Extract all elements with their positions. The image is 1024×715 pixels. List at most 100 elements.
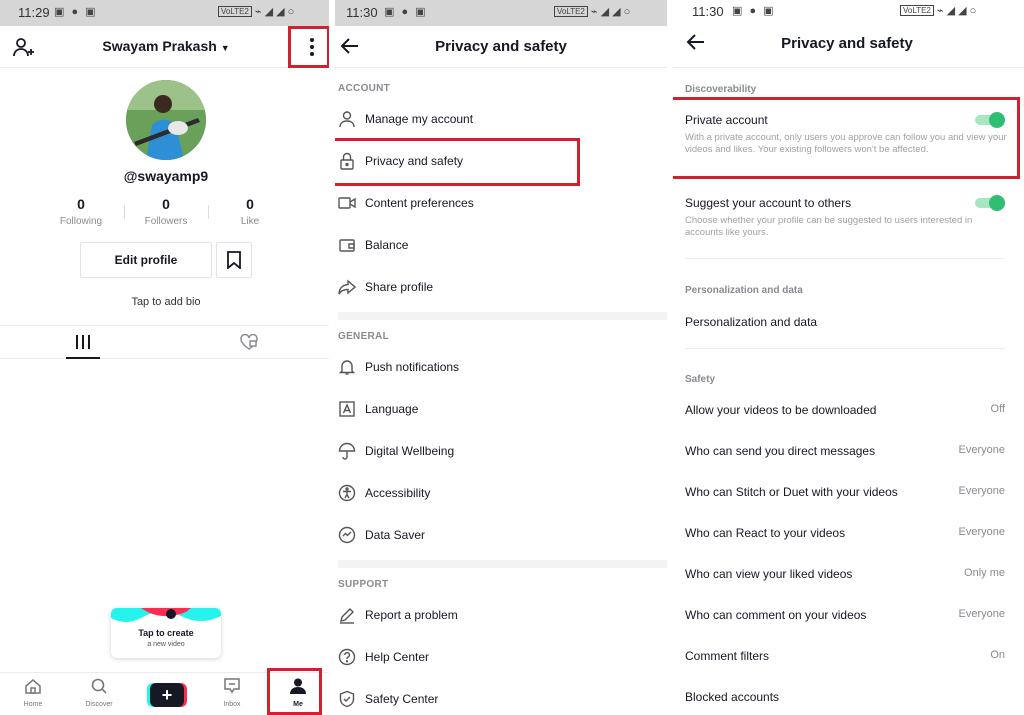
divider [208, 205, 209, 219]
inbox-icon [223, 678, 241, 698]
edit-profile-button[interactable]: Edit profile [80, 242, 212, 278]
signal-icons: VoLTE2 ⌁ ◢ ◢ ○ [900, 4, 976, 17]
shield-icon [338, 690, 356, 708]
stat-label: Following [59, 216, 103, 227]
menu-item-label: Share profile [365, 280, 434, 294]
person-icon [338, 110, 356, 128]
section-header-safety: Safety [685, 374, 716, 385]
setting-direct-messages[interactable]: Who can send you direct messages [685, 444, 875, 458]
menu-item-push-notifications[interactable]: Push notifications [338, 353, 670, 383]
menu-item-help-center[interactable]: Help Center [338, 643, 670, 673]
privacy-settings-screen: 11:30 ▣ ● ▣ VoLTE2 ⌁ ◢ ◢ ○ Privacy and s… [670, 0, 1024, 715]
setting-value: Off [990, 403, 1005, 415]
nav-label: Inbox [223, 701, 241, 708]
toggle-knob [989, 195, 1005, 211]
language-icon [338, 400, 356, 418]
menu-item-label: Report a problem [365, 608, 458, 622]
section-divider [338, 312, 670, 320]
menu-item-label: Digital Wellbeing [365, 444, 455, 458]
menu-item-label: Help Center [365, 650, 430, 664]
setting-value: Only me [964, 567, 1005, 579]
stat-value: 0 [77, 196, 85, 212]
create-button[interactable]: + [150, 683, 184, 707]
menu-item-digital-wellbeing[interactable]: Digital Wellbeing [338, 437, 670, 467]
nav-home[interactable]: Home [3, 678, 63, 708]
suggest-account-toggle[interactable] [975, 195, 1005, 211]
profile-handle: @swayamp9 [123, 168, 209, 184]
profile-tabs [0, 325, 332, 359]
setting-react[interactable]: Who can React to your videos [685, 526, 845, 540]
section-divider [338, 560, 670, 568]
help-icon [338, 648, 356, 666]
menu-item-accessibility[interactable]: Accessibility [338, 479, 670, 509]
setting-value: Everyone [958, 526, 1005, 538]
page-title: Privacy and safety [435, 38, 567, 55]
avatar[interactable] [126, 80, 206, 160]
notification-icons: ▣ ● ▣ [54, 6, 98, 18]
add-bio-link[interactable]: Tap to add bio [0, 296, 332, 308]
setting-allow-download[interactable]: Allow your videos to be downloaded [685, 403, 876, 417]
menu-item-safety-center[interactable]: Safety Center [338, 685, 670, 715]
stat-likes[interactable]: 0 Like [215, 196, 285, 227]
section-header-account: ACCOUNT [338, 83, 391, 94]
suggest-account-label: Suggest your account to others [685, 196, 852, 210]
umbrella-icon [338, 442, 356, 460]
nav-discover[interactable]: Discover [69, 678, 129, 708]
highlight-me-tab [267, 668, 322, 715]
menu-item-label: Manage my account [365, 112, 474, 126]
menu-item-language[interactable]: Language [338, 395, 670, 425]
menu-item-label: Accessibility [365, 486, 431, 500]
menu-item-share-profile[interactable]: Share profile [338, 273, 670, 303]
liked-videos-tab-icon[interactable] [240, 333, 258, 355]
header-divider [670, 67, 1024, 68]
setting-value: Everyone [958, 608, 1005, 620]
personalization-data-item[interactable]: Personalization and data [685, 315, 817, 329]
profile-name-switcher[interactable]: Swayam Prakash ▼ [0, 38, 332, 54]
status-time: 11:30 [346, 5, 378, 20]
notification-icons: ▣ ● ▣ [732, 5, 776, 17]
bookmark-button[interactable] [216, 242, 252, 278]
data-saver-icon [338, 526, 356, 544]
menu-item-balance[interactable]: Balance [338, 231, 670, 261]
menu-item-label: Language [365, 402, 419, 416]
create-tooltip[interactable]: Tap to create a new video [111, 608, 221, 658]
caret-down-icon: ▼ [220, 43, 230, 53]
divider [685, 348, 1005, 349]
profile-screen: 11:29 ▣ ● ▣ VoLTE2 ⌁ ◢ ◢ ○ Swayam Prakas… [0, 0, 332, 715]
menu-item-label: Safety Center [365, 692, 439, 706]
notification-icons: ▣ ● ▣ [384, 6, 428, 18]
pencil-icon [338, 606, 356, 624]
stat-followers[interactable]: 0 Followers [131, 196, 201, 227]
signal-icons: VoLTE2 ⌁ ◢ ◢ ○ [554, 5, 630, 18]
setting-comment[interactable]: Who can comment on your videos [685, 608, 866, 622]
divider [685, 258, 1005, 259]
setting-stitch-duet[interactable]: Who can Stitch or Duet with your videos [685, 485, 898, 499]
status-bar: 11:29 ▣ ● ▣ VoLTE2 ⌁ ◢ ◢ ○ [0, 0, 332, 26]
video-icon [338, 194, 356, 212]
menu-item-report-problem[interactable]: Report a problem [338, 601, 670, 631]
menu-item-data-saver[interactable]: Data Saver [338, 521, 670, 551]
tooltip-title: Tap to create [138, 628, 194, 638]
menu-item-content-preferences[interactable]: Content preferences [338, 189, 670, 219]
section-header-general: GENERAL [338, 331, 389, 342]
stat-following[interactable]: 0 Following [46, 196, 116, 227]
page-title: Privacy and safety [781, 35, 913, 52]
status-bar: 11:30 ▣ ● ▣ VoLTE2 ⌁ ◢ ◢ ○ [332, 0, 670, 26]
menu-item-label: Balance [365, 238, 409, 252]
setting-value: On [990, 649, 1005, 661]
share-icon [338, 278, 357, 296]
setting-liked-videos[interactable]: Who can view your liked videos [685, 567, 852, 581]
privacy-menu-screen: 11:30 ▣ ● ▣ VoLTE2 ⌁ ◢ ◢ ○ Privacy and s… [332, 0, 670, 715]
status-time: 11:29 [18, 5, 50, 20]
menu-item-label: Data Saver [365, 528, 426, 542]
videos-grid-tab-icon[interactable] [75, 335, 91, 354]
highlight-private-account [670, 97, 1020, 179]
setting-blocked-accounts[interactable]: Blocked accounts [685, 690, 779, 704]
home-icon [24, 679, 42, 698]
nav-inbox[interactable]: Inbox [202, 678, 262, 708]
setting-comment-filters[interactable]: Comment filters [685, 649, 769, 663]
stat-label: Followers [144, 216, 188, 227]
menu-item-manage-account[interactable]: Manage my account [338, 105, 670, 135]
panel-separator [667, 0, 673, 715]
bell-icon [338, 358, 356, 376]
